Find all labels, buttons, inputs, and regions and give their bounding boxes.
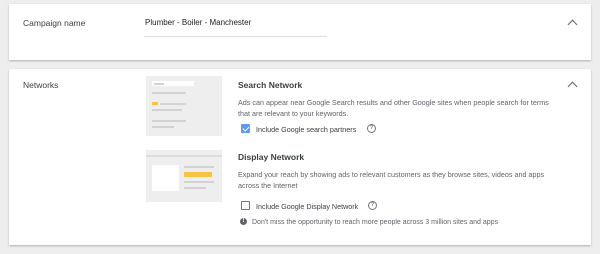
search-network-illustration [146, 76, 222, 136]
help-circle-icon[interactable]: ? [368, 201, 377, 210]
search-network-title: Search Network [238, 80, 303, 90]
help-circle-icon[interactable]: ? [367, 124, 376, 133]
display-network-checkbox[interactable] [241, 201, 250, 210]
display-network-description: Expand your reach by showing ads to rele… [238, 170, 545, 190]
campaign-name-label: Campaign name [23, 18, 86, 28]
display-network-illustration [146, 150, 222, 202]
display-network-label[interactable]: Include Google Display Network [256, 202, 358, 211]
campaign-name-value[interactable]: Plumber - Boiler - Manchester [145, 18, 251, 27]
chevron-up-icon[interactable] [567, 19, 578, 30]
networks-card: Networks Search Network Ads can appear n… [9, 69, 591, 245]
campaign-name-card: Campaign name Plumber - Boiler - Manches… [9, 4, 591, 60]
display-network-title: Display Network [238, 152, 305, 162]
campaign-name-input[interactable]: Plumber - Boiler - Manchester [144, 12, 327, 37]
search-partners-checkbox[interactable] [241, 124, 250, 133]
chevron-up-icon[interactable] [567, 81, 578, 92]
networks-label: Networks [23, 80, 59, 90]
search-network-description: Ads can appear near Google Search result… [238, 98, 549, 118]
info-icon: ! [240, 218, 247, 225]
search-partners-label[interactable]: Include Google search partners [256, 125, 356, 134]
display-network-info: Don't miss the opportunity to reach more… [252, 218, 499, 226]
